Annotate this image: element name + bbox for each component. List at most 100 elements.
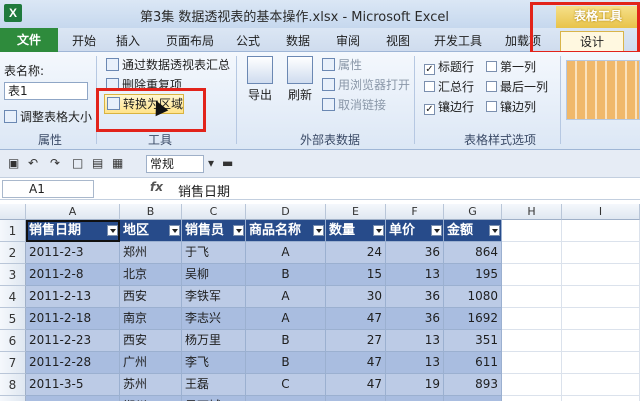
table-cell[interactable]: 广州 xyxy=(120,352,182,374)
table-cell[interactable]: 195 xyxy=(444,264,502,286)
empty-cell[interactable] xyxy=(562,308,640,330)
table-cell[interactable]: 2011-2-3 xyxy=(26,242,120,264)
name-box[interactable]: A1 xyxy=(2,180,94,198)
table-cell[interactable]: 611 xyxy=(444,352,502,374)
table-cell[interactable]: 李志兴 xyxy=(182,308,246,330)
undo-icon[interactable]: ↶ xyxy=(28,156,38,170)
table-cell[interactable]: 2011-2-8 xyxy=(26,264,120,286)
table-header-cell[interactable]: 地区 xyxy=(120,220,182,242)
tab-review[interactable]: 审阅 xyxy=(328,31,368,52)
empty-cell[interactable] xyxy=(502,308,562,330)
table-cell[interactable]: 郑州 xyxy=(120,396,182,401)
table-cell[interactable]: A xyxy=(246,308,326,330)
table-header-cell[interactable]: 销售日期 xyxy=(26,220,120,242)
last-column-checkbox[interactable]: 最后一列 xyxy=(486,78,548,95)
filter-dropdown-icon[interactable] xyxy=(313,225,324,236)
column-header-a[interactable]: A xyxy=(26,204,120,220)
table-header-cell[interactable]: 金额 xyxy=(444,220,502,242)
column-header-h[interactable]: H xyxy=(502,204,562,220)
table-header-cell[interactable]: 商品名称 xyxy=(246,220,326,242)
print-preview-icon[interactable]: ▦ xyxy=(112,156,123,170)
table-cell[interactable]: 47 xyxy=(326,308,386,330)
row-header[interactable]: 9 xyxy=(0,396,26,401)
tab-home[interactable]: 开始 xyxy=(64,31,104,52)
row-header[interactable]: 1 xyxy=(0,220,26,242)
table-cell[interactable]: 24 xyxy=(326,242,386,264)
banded-rows-checkbox[interactable]: ✓ 镶边行 xyxy=(424,98,474,115)
table-cell[interactable]: 南京 xyxy=(120,308,182,330)
save-icon[interactable]: ▣ xyxy=(8,156,19,170)
table-cell[interactable]: 郑州 xyxy=(120,242,182,264)
column-header-d[interactable]: D xyxy=(246,204,326,220)
column-header-f[interactable]: F xyxy=(386,204,444,220)
empty-cell[interactable] xyxy=(562,286,640,308)
format-painter-icon[interactable]: ▬ xyxy=(222,156,233,170)
table-cell[interactable]: 李飞 xyxy=(182,352,246,374)
column-header-e[interactable]: E xyxy=(326,204,386,220)
filter-dropdown-icon[interactable] xyxy=(233,225,244,236)
first-column-checkbox[interactable]: 第一列 xyxy=(486,58,536,75)
empty-cell[interactable] xyxy=(502,330,562,352)
table-cell[interactable]: 47 xyxy=(326,374,386,396)
empty-cell[interactable] xyxy=(562,264,640,286)
table-header-cell[interactable]: 单价 xyxy=(386,220,444,242)
chevron-down-icon[interactable]: ▾ xyxy=(208,156,214,170)
empty-cell[interactable] xyxy=(562,220,640,242)
open-in-browser-button[interactable]: 用浏览器打开 xyxy=(322,76,410,93)
empty-cell[interactable] xyxy=(502,220,562,242)
tab-data[interactable]: 数据 xyxy=(278,31,318,52)
open-file-icon[interactable]: ▤ xyxy=(92,156,103,170)
export-button[interactable]: 导出 xyxy=(240,56,280,103)
table-cell[interactable]: 13 xyxy=(386,330,444,352)
row-header[interactable]: 8 xyxy=(0,374,26,396)
table-cell[interactable]: 1692 xyxy=(444,308,502,330)
table-cell[interactable]: 47 xyxy=(326,352,386,374)
empty-cell[interactable] xyxy=(562,330,640,352)
empty-cell[interactable] xyxy=(502,264,562,286)
column-header-c[interactable]: C xyxy=(182,204,246,220)
empty-cell[interactable] xyxy=(502,374,562,396)
table-cell[interactable]: C xyxy=(246,396,326,401)
table-cell[interactable]: 吴西城 xyxy=(182,396,246,401)
table-header-cell[interactable]: 销售员 xyxy=(182,220,246,242)
empty-cell[interactable] xyxy=(562,242,640,264)
table-cell[interactable]: 36 xyxy=(386,242,444,264)
total-row-checkbox[interactable]: 汇总行 xyxy=(424,78,474,95)
table-cell[interactable]: 吴柳 xyxy=(182,264,246,286)
table-cell[interactable]: 2011-3-10 xyxy=(26,396,120,401)
table-cell[interactable]: 北京 xyxy=(120,264,182,286)
filter-dropdown-icon[interactable] xyxy=(373,225,384,236)
table-cell[interactable]: 西安 xyxy=(120,330,182,352)
table-cell[interactable]: 李铁军 xyxy=(182,286,246,308)
insert-function-icon[interactable]: fx xyxy=(150,180,163,194)
row-header[interactable]: 2 xyxy=(0,242,26,264)
tab-view[interactable]: 视图 xyxy=(378,31,418,52)
tab-formulas[interactable]: 公式 xyxy=(228,31,268,52)
formula-input[interactable]: 销售日期 xyxy=(178,181,230,200)
row-header[interactable]: 4 xyxy=(0,286,26,308)
table-cell[interactable]: 19 xyxy=(386,374,444,396)
column-header-b[interactable]: B xyxy=(120,204,182,220)
table-cell[interactable]: A xyxy=(246,242,326,264)
table-cell[interactable]: A xyxy=(246,286,326,308)
empty-cell[interactable] xyxy=(562,352,640,374)
empty-cell[interactable] xyxy=(562,374,640,396)
table-cell[interactable]: 13 xyxy=(386,264,444,286)
filter-dropdown-icon[interactable] xyxy=(169,225,180,236)
redo-icon[interactable]: ↷ xyxy=(50,156,60,170)
empty-cell[interactable] xyxy=(502,286,562,308)
table-cell[interactable]: 13 xyxy=(386,352,444,374)
table-cell[interactable]: 2011-3-5 xyxy=(26,374,120,396)
table-header-cell[interactable]: 数量 xyxy=(326,220,386,242)
table-cell[interactable]: 15 xyxy=(326,264,386,286)
refresh-button[interactable]: 刷新 xyxy=(280,56,320,103)
row-header[interactable]: 5 xyxy=(0,308,26,330)
tab-developer[interactable]: 开发工具 xyxy=(428,31,488,52)
row-header[interactable]: 6 xyxy=(0,330,26,352)
filter-dropdown-icon[interactable] xyxy=(489,225,500,236)
table-cell[interactable]: 36 xyxy=(386,308,444,330)
table-cell[interactable]: 2011-2-18 xyxy=(26,308,120,330)
banded-columns-checkbox[interactable]: 镶边列 xyxy=(486,98,536,115)
table-cell[interactable]: 27 xyxy=(326,330,386,352)
table-cell[interactable]: 于飞 xyxy=(182,242,246,264)
